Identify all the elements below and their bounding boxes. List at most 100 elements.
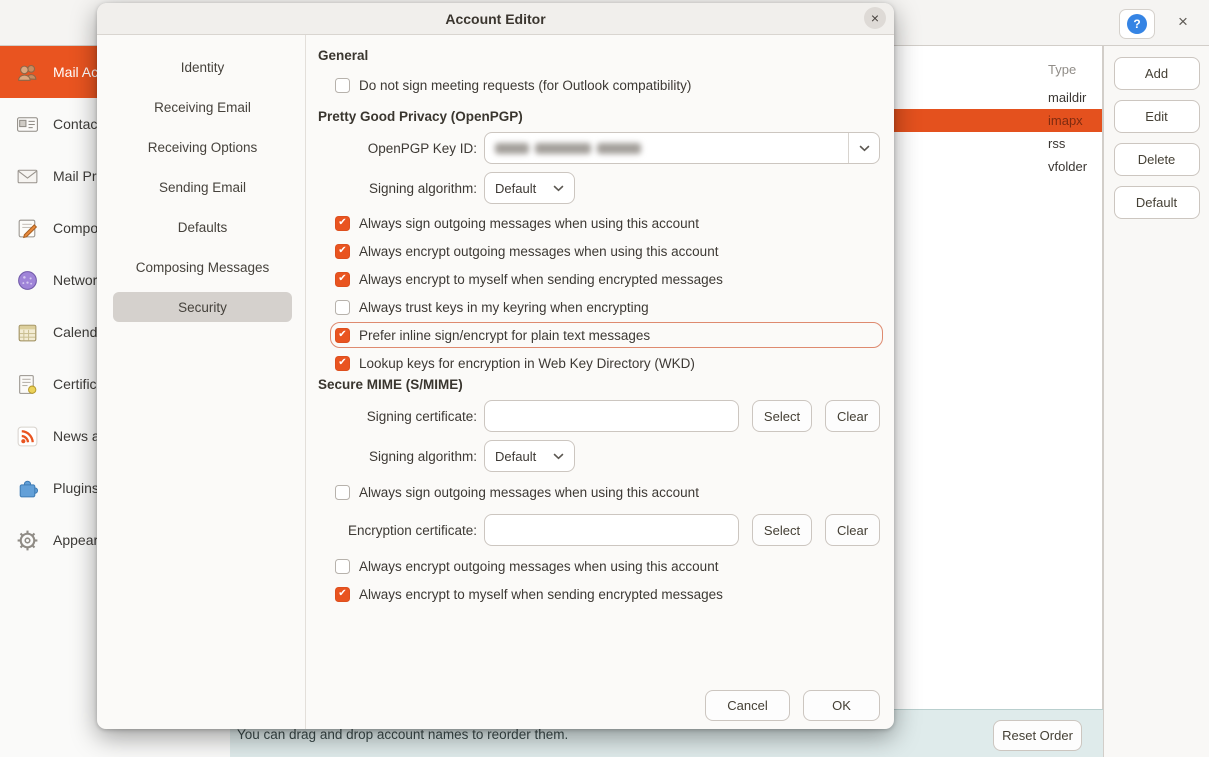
signing-certificate-select-button[interactable]: Select bbox=[752, 400, 812, 432]
checkbox-label: Prefer inline sign/encrypt for plain tex… bbox=[359, 328, 650, 343]
dropdown-value: Default bbox=[495, 181, 536, 196]
tab-label: Sending Email bbox=[159, 180, 246, 195]
checkbox[interactable] bbox=[335, 559, 350, 574]
checkbox-row[interactable]: Do not sign meeting requests (for Outloo… bbox=[333, 75, 880, 95]
encryption-certificate-label: Encryption certificate: bbox=[318, 523, 477, 538]
checkbox-label: Always encrypt to myself when sending en… bbox=[359, 587, 723, 602]
envelope-icon bbox=[14, 163, 40, 189]
calendar-icon bbox=[14, 319, 40, 345]
reorder-hint: You can drag and drop account names to r… bbox=[237, 727, 568, 742]
checkbox-label: Always encrypt outgoing messages when us… bbox=[359, 244, 718, 259]
dialog-close-button[interactable]: × bbox=[864, 7, 886, 29]
dialog-tab[interactable]: Sending Email bbox=[113, 172, 292, 202]
dialog-tab[interactable]: Receiving Options bbox=[113, 132, 292, 162]
checkbox-label: Always encrypt outgoing messages when us… bbox=[359, 559, 718, 574]
dialog-tab[interactable]: Defaults bbox=[113, 212, 292, 242]
smime-signing-algorithm-dropdown[interactable]: Default bbox=[484, 440, 575, 472]
dropdown-value: Default bbox=[495, 449, 536, 464]
openpgp-heading: Pretty Good Privacy (OpenPGP) bbox=[318, 109, 880, 125]
dialog-titlebar: Account Editor × bbox=[97, 3, 894, 35]
checkbox[interactable] bbox=[335, 78, 350, 93]
account-type: maildir bbox=[1048, 86, 1086, 109]
checkbox-row[interactable]: Always encrypt to myself when sending en… bbox=[333, 269, 880, 289]
signing-certificate-field[interactable] bbox=[484, 400, 739, 432]
checkbox-label: Do not sign meeting requests (for Outloo… bbox=[359, 78, 691, 93]
pgp-signing-algorithm-label: Signing algorithm: bbox=[318, 181, 477, 196]
account-action-button[interactable]: Add bbox=[1114, 57, 1200, 90]
checkbox[interactable] bbox=[335, 216, 350, 231]
sidebar-item-label: Plugins bbox=[53, 480, 99, 496]
checkbox[interactable] bbox=[335, 272, 350, 287]
puzzle-icon bbox=[14, 475, 40, 501]
close-icon: × bbox=[871, 11, 879, 25]
type-column-header: Type bbox=[1048, 62, 1076, 77]
checkbox-row[interactable]: Prefer inline sign/encrypt for plain tex… bbox=[333, 325, 880, 345]
dialog-title: Account Editor bbox=[445, 11, 545, 27]
account-type: vfolder bbox=[1048, 155, 1087, 178]
checkbox-row[interactable]: Always encrypt to myself when sending en… bbox=[333, 584, 880, 604]
people-icon bbox=[14, 59, 40, 85]
checkbox[interactable] bbox=[335, 356, 350, 371]
close-icon: × bbox=[1178, 12, 1188, 32]
encryption-certificate-select-button[interactable]: Select bbox=[752, 514, 812, 546]
cancel-button[interactable]: Cancel bbox=[705, 690, 790, 721]
account-action-button[interactable]: Edit bbox=[1114, 100, 1200, 133]
checkbox-row[interactable]: Always trust keys in my keyring when enc… bbox=[333, 297, 880, 317]
chevron-down-icon[interactable] bbox=[848, 133, 879, 163]
gear-icon bbox=[14, 527, 40, 553]
checkbox-row[interactable]: Always sign outgoing messages when using… bbox=[333, 213, 880, 233]
security-page: General Do not sign meeting requests (fo… bbox=[306, 35, 894, 729]
smime-signing-algorithm-label: Signing algorithm: bbox=[318, 449, 477, 464]
question-icon: ? bbox=[1127, 14, 1147, 34]
pgp-signing-algorithm-dropdown[interactable]: Default bbox=[484, 172, 575, 204]
checkbox[interactable] bbox=[335, 244, 350, 259]
tab-label: Composing Messages bbox=[136, 260, 270, 275]
checkbox[interactable] bbox=[335, 328, 350, 343]
tab-label: Identity bbox=[181, 60, 225, 75]
help-button[interactable]: ? bbox=[1119, 9, 1155, 39]
openpgp-key-id-combo[interactable] bbox=[484, 132, 880, 164]
ok-button[interactable]: OK bbox=[803, 690, 880, 721]
dialog-tab[interactable]: Composing Messages bbox=[113, 252, 292, 282]
checkbox-row[interactable]: Always encrypt outgoing messages when us… bbox=[333, 556, 880, 576]
account-action-button[interactable]: Default bbox=[1114, 186, 1200, 219]
encryption-certificate-clear-button[interactable]: Clear bbox=[825, 514, 880, 546]
openpgp-key-id-label: OpenPGP Key ID: bbox=[318, 141, 477, 156]
account-actions-panel: Add Edit Delete Default bbox=[1103, 46, 1209, 757]
account-action-button[interactable]: Delete bbox=[1114, 143, 1200, 176]
checkbox[interactable] bbox=[335, 485, 350, 500]
tab-label: Security bbox=[178, 300, 227, 315]
general-heading: General bbox=[318, 48, 880, 64]
signing-certificate-clear-button[interactable]: Clear bbox=[825, 400, 880, 432]
dialog-tab[interactable]: Security bbox=[113, 292, 292, 322]
checkbox-label: Always sign outgoing messages when using… bbox=[359, 216, 699, 231]
signing-certificate-label: Signing certificate: bbox=[318, 409, 477, 424]
dialog-actions: Cancel OK bbox=[705, 690, 880, 721]
checkbox-label: Always trust keys in my keyring when enc… bbox=[359, 300, 649, 315]
dialog-tab-list: Identity Receiving Email Receiving Optio… bbox=[97, 35, 306, 729]
checkbox-label: Always sign outgoing messages when using… bbox=[359, 485, 699, 500]
dialog-tab[interactable]: Receiving Email bbox=[113, 92, 292, 122]
checkbox[interactable] bbox=[335, 587, 350, 602]
checkbox[interactable] bbox=[335, 300, 350, 315]
checkbox-row[interactable]: Lookup keys for encryption in Web Key Di… bbox=[333, 353, 880, 373]
smime-heading: Secure MIME (S/MIME) bbox=[318, 377, 880, 393]
dialog-tab[interactable]: Identity bbox=[113, 52, 292, 82]
account-editor-dialog: Account Editor × Identity Receiving Emai… bbox=[97, 3, 894, 729]
window-close-button[interactable]: × bbox=[1171, 10, 1195, 34]
checkbox-row[interactable]: Always encrypt outgoing messages when us… bbox=[333, 241, 880, 261]
chevron-down-icon bbox=[553, 185, 564, 192]
account-type: imapx bbox=[1048, 109, 1083, 132]
redacted-key-value bbox=[495, 143, 641, 154]
checkbox-label: Lookup keys for encryption in Web Key Di… bbox=[359, 356, 695, 371]
contact-card-icon bbox=[14, 111, 40, 137]
tab-label: Defaults bbox=[178, 220, 228, 235]
encryption-certificate-field[interactable] bbox=[484, 514, 739, 546]
certificate-icon bbox=[14, 371, 40, 397]
reset-order-button[interactable]: Reset Order bbox=[993, 720, 1082, 751]
tab-label: Receiving Options bbox=[148, 140, 258, 155]
rss-icon bbox=[14, 423, 40, 449]
globe-icon bbox=[14, 267, 40, 293]
checkbox-row[interactable]: Always sign outgoing messages when using… bbox=[333, 482, 880, 502]
checkbox-label: Always encrypt to myself when sending en… bbox=[359, 272, 723, 287]
